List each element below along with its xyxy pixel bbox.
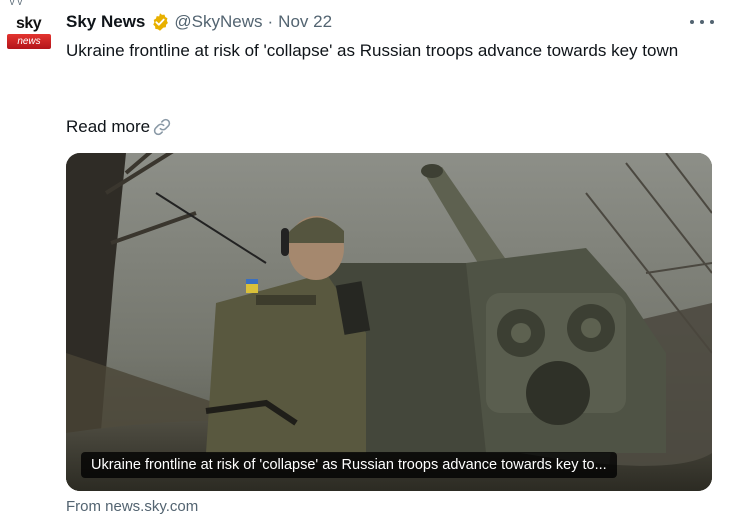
tweet[interactable]: ᵥ ᵥ sky news Sky News @SkyNews · Nov 22 … (0, 0, 731, 519)
tweet-header: Sky News @SkyNews · Nov 22 (66, 10, 332, 34)
read-more-link[interactable]: Read more (66, 115, 173, 139)
card-source[interactable]: From news.sky.com (66, 498, 198, 515)
link-preview-card[interactable]: Ukraine frontline at risk of 'collapse' … (66, 153, 712, 491)
article-photo (66, 153, 712, 491)
display-name[interactable]: Sky News (66, 12, 145, 32)
avatar-news-text: news (7, 34, 51, 49)
link-icon (153, 118, 171, 136)
more-options-icon[interactable] (690, 14, 714, 30)
read-more-label: Read more (66, 117, 151, 136)
user-handle[interactable]: @SkyNews (174, 12, 262, 32)
previous-item-edge: ᵥ ᵥ (0, 0, 731, 8)
verified-badge-icon[interactable] (150, 12, 170, 32)
avatar-sky-text: sky (16, 15, 42, 32)
tweet-text: Ukraine frontline at risk of 'collapse' … (66, 41, 679, 60)
post-date[interactable]: Nov 22 (278, 12, 332, 32)
avatar[interactable]: sky news (4, 12, 52, 60)
header-separator: · (267, 12, 274, 31)
card-caption: Ukraine frontline at risk of 'collapse' … (81, 452, 617, 478)
previous-item-text: ᵥ ᵥ (10, 0, 22, 7)
